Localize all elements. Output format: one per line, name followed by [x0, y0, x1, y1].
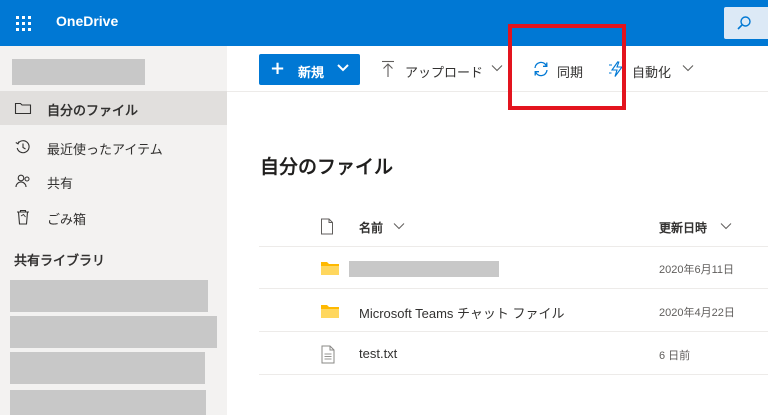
- nav-item-recycle-bin[interactable]: ごみ箱: [0, 200, 227, 234]
- chevron-down-icon: [682, 65, 694, 72]
- app-launcher-icon[interactable]: [0, 0, 46, 46]
- suite-header: OneDrive: [0, 0, 768, 46]
- shared-library-redacted[interactable]: [10, 352, 205, 384]
- nav-item-shared[interactable]: 共有: [0, 164, 227, 198]
- chevron-down-icon[interactable]: [393, 222, 405, 230]
- trash-icon: [17, 209, 29, 225]
- plus-icon: +: [270, 58, 286, 79]
- folder-icon: [321, 262, 339, 275]
- upload-label: アップロード: [405, 65, 484, 80]
- shared-libraries-heading: 共有ライブラリ: [14, 253, 106, 268]
- shared-library-redacted[interactable]: [10, 390, 206, 415]
- new-button[interactable]: + 新規: [259, 54, 360, 85]
- new-button-label: 新規: [298, 65, 325, 80]
- chevron-down-icon: [491, 65, 503, 72]
- text-file-icon: [321, 345, 335, 364]
- file-modified-date: 2020年6月11日: [659, 264, 735, 276]
- chevron-down-icon[interactable]: [720, 222, 732, 230]
- sync-highlight-annotation: [508, 24, 626, 110]
- folder-icon: [14, 102, 32, 115]
- shared-library-redacted[interactable]: [10, 316, 217, 348]
- nav-item-label: ごみ箱: [47, 212, 87, 227]
- file-list-header: 名前 更新日時: [259, 206, 768, 247]
- command-bar: + 新規 アップロード 同期 自動化: [227, 46, 768, 92]
- shared-library-redacted[interactable]: [10, 280, 208, 312]
- chevron-down-icon: [337, 64, 349, 72]
- file-row[interactable]: test.txt 6 日前: [259, 333, 768, 375]
- nav-item-label: 自分のファイル: [47, 103, 139, 118]
- nav-item-recent[interactable]: 最近使ったアイテム: [0, 130, 227, 164]
- history-icon: [15, 140, 30, 154]
- nav-item-my-files[interactable]: 自分のファイル: [0, 91, 227, 125]
- search-button[interactable]: [724, 7, 768, 39]
- search-icon: [737, 16, 751, 30]
- upload-icon: [382, 60, 394, 77]
- file-row[interactable]: 2020年6月11日: [259, 247, 768, 289]
- account-name-redacted: [12, 59, 145, 85]
- file-row[interactable]: Microsoft Teams チャット ファイル 2020年4月22日: [259, 290, 768, 332]
- app-title[interactable]: OneDrive: [56, 13, 118, 29]
- left-navigation: 自分のファイル 最近使ったアイテム 共有 ごみ箱 共有ライブラリ: [0, 46, 227, 415]
- nav-item-label: 最近使ったアイテム: [47, 142, 163, 157]
- file-name[interactable]: Microsoft Teams チャット ファイル: [359, 303, 565, 322]
- people-icon: [15, 174, 30, 188]
- nav-item-label: 共有: [47, 176, 74, 191]
- upload-button[interactable]: アップロード: [381, 54, 511, 85]
- column-header-modified[interactable]: 更新日時: [659, 219, 707, 236]
- file-type-icon[interactable]: [320, 218, 334, 235]
- folder-icon: [321, 305, 339, 318]
- file-modified-date: 6 日前: [659, 350, 691, 362]
- automate-label: 自動化: [632, 65, 672, 80]
- file-name-redacted[interactable]: [349, 261, 499, 277]
- file-modified-date: 2020年4月22日: [659, 307, 735, 319]
- column-header-name[interactable]: 名前: [359, 219, 383, 236]
- page-title: 自分のファイル: [260, 157, 394, 178]
- file-name[interactable]: test.txt: [359, 346, 397, 361]
